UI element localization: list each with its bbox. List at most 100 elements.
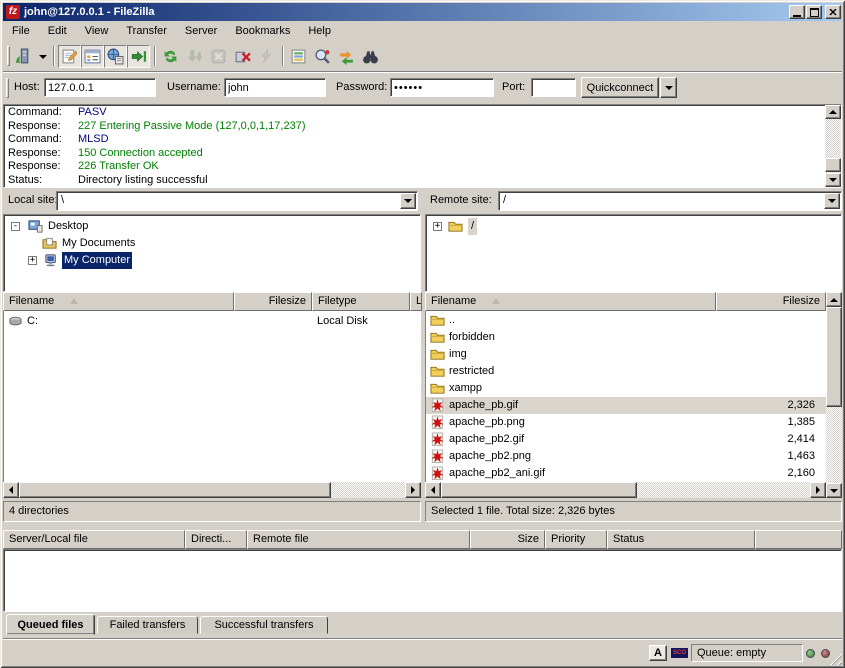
chevron-down-icon: [828, 199, 836, 203]
title-bar[interactable]: fz john@127.0.0.1 - FileZilla: [3, 3, 842, 21]
queue-column-filler: [755, 530, 842, 549]
file-row[interactable]: xampp: [426, 380, 826, 397]
toggle-message-log-button[interactable]: [58, 45, 81, 68]
disconnect-button[interactable]: [231, 45, 254, 68]
local-column-last-modified[interactable]: L: [410, 292, 422, 311]
file-row[interactable]: apache_pb2_ani.gif2,160: [426, 465, 826, 482]
arrow-left-icon: [431, 486, 435, 494]
file-row-selected[interactable]: apache_pb.gif2,326: [426, 397, 826, 414]
scroll-left-button[interactable]: [425, 482, 441, 498]
status-badge: SCO: [671, 648, 688, 658]
toolbar-grip[interactable]: [7, 46, 10, 66]
menu-edit[interactable]: Edit: [39, 22, 76, 41]
my-computer-icon: [44, 253, 59, 268]
scroll-right-button[interactable]: [810, 482, 826, 498]
local-column-filename[interactable]: Filename: [3, 292, 234, 311]
username-input[interactable]: [224, 78, 326, 97]
file-row[interactable]: ..: [426, 312, 826, 329]
file-row[interactable]: apache_pb2.png1,463: [426, 448, 826, 465]
tree-item-my-documents[interactable]: My Documents: [4, 235, 420, 252]
local-site-dropdown-button[interactable]: [400, 193, 416, 209]
menu-view[interactable]: View: [76, 22, 118, 41]
remote-status-bar: Selected 1 file. Total size: 2,326 bytes: [425, 501, 842, 522]
cancel-operation-button[interactable]: [207, 45, 230, 68]
find-files-button[interactable]: [359, 45, 382, 68]
resize-grip[interactable]: [829, 652, 842, 665]
password-input[interactable]: [390, 78, 494, 97]
quickconnect-grip[interactable]: [6, 78, 9, 98]
file-row[interactable]: restricted: [426, 363, 826, 380]
host-input[interactable]: [44, 78, 156, 97]
arrow-down-icon: [830, 489, 838, 493]
remote-site-combobox[interactable]: /: [498, 191, 842, 211]
sync-browse-icon: [338, 48, 355, 65]
reconnect-button[interactable]: [255, 45, 278, 68]
collapse-toggle[interactable]: -: [11, 222, 20, 231]
menu-file[interactable]: File: [3, 22, 39, 41]
scroll-down-button[interactable]: [826, 483, 842, 498]
queue-column-priority[interactable]: Priority: [545, 530, 607, 549]
local-file-row[interactable]: C: Local Disk: [4, 313, 421, 330]
menu-help[interactable]: Help: [299, 22, 340, 41]
message-log-icon: [61, 48, 78, 65]
refresh-button[interactable]: [159, 45, 182, 68]
synchronized-browsing-button[interactable]: [335, 45, 358, 68]
tab-queued-files[interactable]: Queued files: [6, 614, 95, 635]
directory-listing-filters-button[interactable]: [287, 45, 310, 68]
queue-column-remote-file[interactable]: Remote file: [247, 530, 470, 549]
queue-column-status[interactable]: Status: [607, 530, 755, 549]
toggle-transfer-queue-button[interactable]: [127, 45, 150, 68]
transfer-type-indicator[interactable]: A: [649, 645, 667, 661]
file-row[interactable]: img: [426, 346, 826, 363]
folder-icon: [430, 381, 445, 396]
remote-site-dropdown-button[interactable]: [824, 193, 840, 209]
folder-icon: [448, 219, 463, 234]
toggle-local-tree-button[interactable]: [81, 45, 104, 68]
maximize-button[interactable]: [806, 5, 822, 19]
quickconnect-dropdown-button[interactable]: [660, 77, 677, 98]
menu-server[interactable]: Server: [176, 22, 226, 41]
tab-failed-transfers[interactable]: Failed transfers: [97, 616, 198, 634]
local-column-filesize[interactable]: Filesize: [234, 292, 312, 311]
local-column-filetype[interactable]: Filetype: [312, 292, 410, 311]
close-button[interactable]: [825, 5, 841, 19]
port-input[interactable]: [531, 78, 576, 97]
process-queue-button[interactable]: [183, 45, 206, 68]
site-manager-dropdown-button[interactable]: [36, 45, 50, 68]
tree-item-root[interactable]: + /: [426, 218, 841, 235]
scroll-right-button[interactable]: [405, 482, 421, 498]
file-row[interactable]: apache_pb.png1,385: [426, 414, 826, 431]
remote-column-filename[interactable]: Filename: [425, 292, 716, 311]
scroll-left-button[interactable]: [3, 482, 19, 498]
remote-scrollbar-thumb[interactable]: [826, 307, 842, 407]
scroll-down-button[interactable]: [825, 173, 841, 187]
site-manager-button[interactable]: [12, 45, 35, 68]
scroll-up-button[interactable]: [825, 105, 841, 119]
local-tree-icon: [84, 48, 101, 65]
remote-scrollbar-thumb-h[interactable]: [441, 482, 637, 498]
port-label: Port:: [502, 81, 525, 93]
tree-item-my-computer[interactable]: + My Computer: [4, 252, 420, 269]
local-scrollbar-thumb[interactable]: [19, 482, 331, 498]
menu-bookmarks[interactable]: Bookmarks: [226, 22, 299, 41]
menu-transfer[interactable]: Transfer: [117, 22, 176, 41]
expand-toggle[interactable]: +: [28, 256, 37, 265]
queue-column-server-local-file[interactable]: Server/Local file: [3, 530, 185, 549]
scroll-up-button[interactable]: [826, 292, 842, 307]
minimize-button[interactable]: [789, 5, 805, 19]
directory-comparison-button[interactable]: [311, 45, 334, 68]
toggle-remote-tree-button[interactable]: [104, 45, 127, 68]
tree-item-desktop[interactable]: - Desktop: [4, 218, 420, 235]
process-queue-icon: [186, 48, 203, 65]
file-row[interactable]: forbidden: [426, 329, 826, 346]
tab-successful-transfers[interactable]: Successful transfers: [200, 616, 328, 634]
remote-column-filesize[interactable]: Filesize: [716, 292, 826, 311]
queue-column-direction[interactable]: Directi...: [185, 530, 247, 549]
expand-toggle[interactable]: +: [433, 222, 442, 231]
log-scrollbar-thumb[interactable]: [825, 158, 841, 172]
file-row[interactable]: apache_pb2.gif2,414: [426, 431, 826, 448]
queue-column-size[interactable]: Size: [470, 530, 545, 549]
image-file-icon: [430, 398, 445, 413]
local-site-combobox[interactable]: \: [56, 191, 418, 211]
quickconnect-button[interactable]: Quickconnect: [581, 77, 659, 98]
